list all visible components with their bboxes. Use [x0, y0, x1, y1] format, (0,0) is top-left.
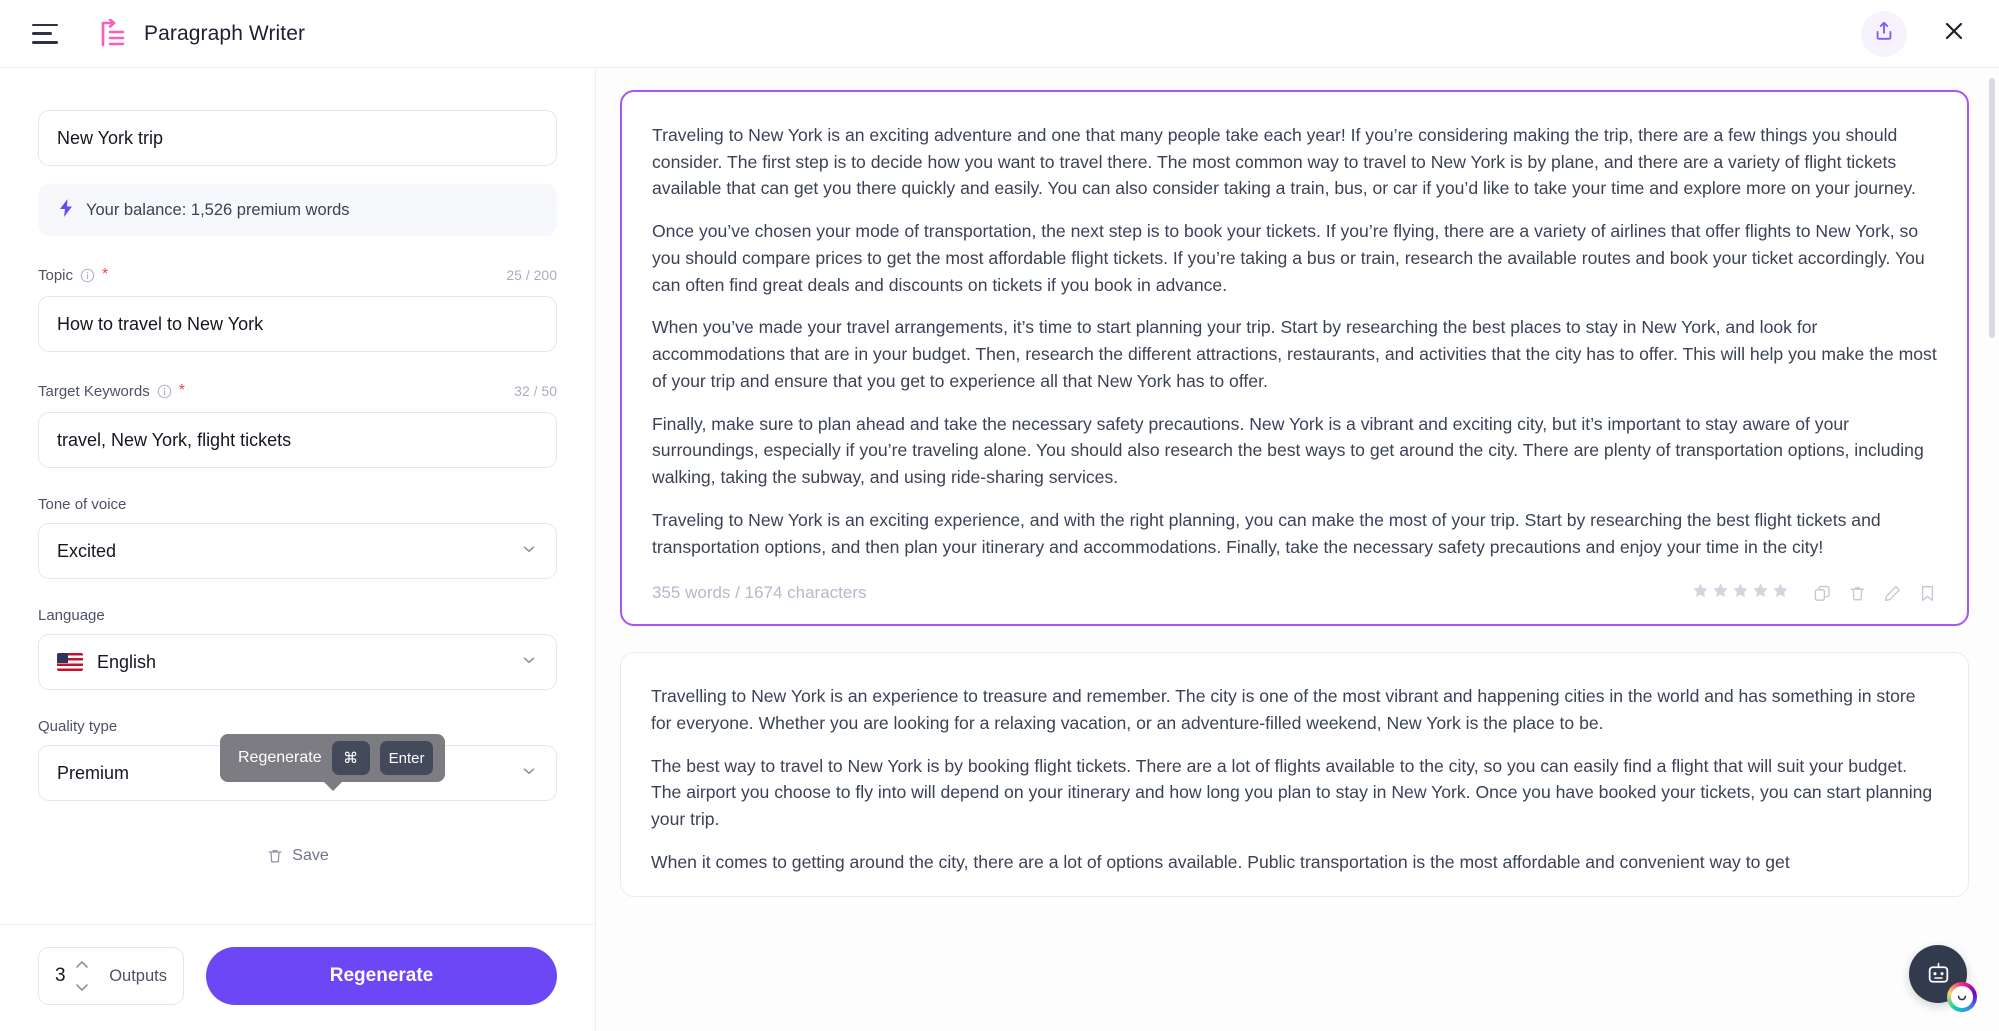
output-card[interactable]: Traveling to New York is an exciting adv… — [620, 90, 1969, 627]
edit-pencil-icon[interactable] — [1883, 584, 1902, 603]
chevron-down-icon — [520, 762, 538, 785]
output-paragraph: The best way to travel to New York is by… — [651, 755, 1933, 830]
info-icon[interactable] — [157, 384, 172, 399]
output-card-actions — [1692, 582, 1937, 604]
output-paragraph: Traveling to New York is an exciting exp… — [652, 509, 1881, 557]
tone-label: Tone of voice — [38, 496, 127, 513]
hamburger-menu-icon[interactable] — [32, 23, 58, 44]
output-paragraph: Traveling to New York is an exciting adv… — [652, 125, 1916, 199]
language-label: Language — [38, 607, 105, 624]
assistant-fab[interactable] — [1909, 945, 1977, 1012]
sidebar-mid-actions: Save — [38, 847, 557, 865]
paragraph-writer-logo-icon — [96, 17, 130, 51]
star-icon[interactable] — [1732, 582, 1749, 604]
topic-input[interactable] — [38, 296, 557, 352]
kbd-command-key: ⌘ — [331, 741, 370, 775]
info-icon[interactable] — [80, 268, 95, 283]
stepper-arrows[interactable] — [75, 956, 89, 997]
outputs-stepper[interactable]: 3 Outputs — [38, 947, 184, 1005]
close-button[interactable] — [1937, 17, 1971, 51]
language-field: Language English — [38, 607, 557, 690]
header-actions — [1861, 10, 1971, 57]
output-paragraph: When it comes to getting around the city… — [651, 851, 1790, 872]
star-icon[interactable] — [1752, 582, 1769, 604]
save-label[interactable]: Save — [292, 847, 328, 865]
share-upload-icon — [1873, 20, 1895, 47]
keywords-label: Target Keywords — [38, 382, 150, 400]
chevron-up-icon[interactable] — [75, 956, 89, 974]
output-paragraph: Finally, make sure to plan ahead and tak… — [652, 413, 1924, 488]
topic-field: Topic * 25 / 200 — [38, 264, 557, 352]
star-icon[interactable] — [1692, 582, 1709, 604]
output-paragraph: Travelling to New York is an experience … — [651, 686, 1916, 734]
output-stats: 355 words / 1674 characters — [652, 583, 867, 603]
share-button[interactable] — [1861, 10, 1907, 57]
regenerate-button[interactable]: Regenerate — [206, 947, 557, 1005]
chevron-down-icon[interactable] — [75, 979, 89, 997]
keywords-required-asterisk: * — [178, 382, 185, 399]
trash-icon[interactable] — [1848, 584, 1867, 603]
outputs-label: Outputs — [109, 966, 167, 985]
topic-required-asterisk: * — [102, 266, 109, 283]
lightning-bolt-icon — [58, 198, 74, 223]
outputs-scrollbar[interactable] — [1989, 78, 1995, 338]
chevron-down-icon — [520, 540, 538, 563]
output-card-footer: 355 words / 1674 characters — [652, 578, 1937, 604]
topic-counter: 25 / 200 — [506, 267, 557, 283]
tone-value: Excited — [57, 540, 117, 561]
copy-icon[interactable] — [1813, 584, 1832, 603]
close-icon — [1942, 19, 1966, 48]
sidebar-scroll-area: Your balance: 1,526 premium words Topic … — [0, 68, 595, 924]
language-select[interactable]: English — [38, 634, 557, 690]
outputs-value: 3 — [55, 965, 66, 986]
kbd-enter-key: Enter — [379, 741, 434, 775]
keywords-field: Target Keywords * 32 / 50 — [38, 380, 557, 468]
tooltip-label: Regenerate — [238, 749, 322, 766]
quality-label: Quality type — [38, 718, 118, 735]
chevron-down-icon — [520, 651, 538, 674]
sidebar-footer: 3 Outputs Regenerate — [0, 924, 595, 1031]
bookmark-icon[interactable] — [1918, 584, 1937, 603]
app-title: Paragraph Writer — [144, 21, 306, 45]
star-icon[interactable] — [1772, 582, 1789, 604]
output-paragraph: Once you’ve chosen your mode of transpor… — [652, 221, 1925, 295]
outputs-panel[interactable]: Traveling to New York is an exciting adv… — [596, 68, 1999, 1031]
rating-stars[interactable] — [1692, 582, 1789, 604]
settings-sidebar: Your balance: 1,526 premium words Topic … — [0, 68, 596, 1031]
us-flag-icon — [57, 653, 83, 671]
topic-label: Topic — [38, 266, 74, 284]
smiley-badge-icon[interactable] — [1947, 982, 1977, 1012]
document-name-input[interactable] — [38, 110, 557, 166]
regenerate-tooltip: Regenerate ⌘ Enter — [220, 734, 446, 791]
keywords-input[interactable] — [38, 412, 557, 468]
balance-text: Your balance: 1,526 premium words — [86, 200, 350, 219]
star-icon[interactable] — [1712, 582, 1729, 604]
topic-field-header: Topic * 25 / 200 — [38, 264, 557, 286]
keywords-field-header: Target Keywords * 32 / 50 — [38, 380, 557, 402]
language-value: English — [97, 651, 157, 672]
quality-value: Premium — [57, 762, 130, 783]
tone-select[interactable]: Excited — [38, 523, 557, 579]
output-paragraph: When you’ve made your travel arrangement… — [652, 317, 1937, 391]
output-card[interactable]: Travelling to New York is an experience … — [620, 652, 1969, 897]
trash-icon[interactable] — [266, 847, 284, 865]
balance-banner: Your balance: 1,526 premium words — [38, 184, 557, 236]
tone-field: Tone of voice Excited — [38, 496, 557, 579]
app-body: Your balance: 1,526 premium words Topic … — [0, 68, 1999, 1031]
keywords-counter: 32 / 50 — [514, 383, 557, 399]
app-header: Paragraph Writer — [0, 0, 1999, 68]
